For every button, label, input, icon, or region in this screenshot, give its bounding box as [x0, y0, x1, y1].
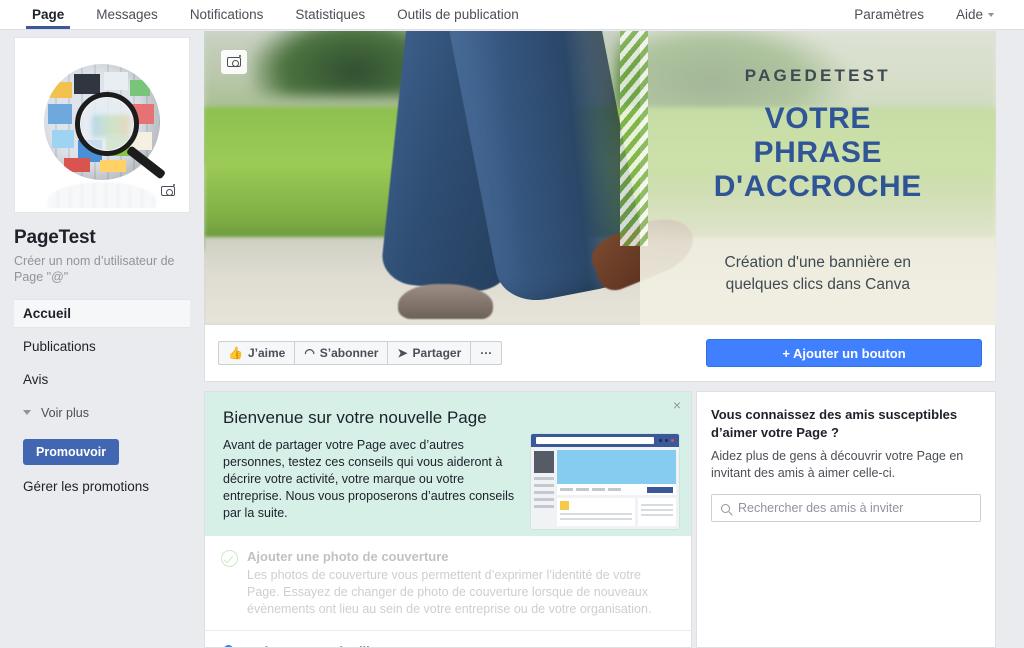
tip-desc-cover-photo: Les photos de couverture vous permettent… [247, 568, 652, 616]
follow-button-label: S’abonner [319, 346, 379, 360]
welcome-title: Bienvenue sur votre nouvelle Page [223, 408, 487, 427]
tab-messages[interactable]: Messages [80, 0, 174, 29]
sidebar-menu: Accueil Publications Avis Voir plus [14, 299, 190, 427]
cover-brand-text: PAGEDETEST [744, 66, 891, 86]
top-nav-left-group: Page Messages Notifications Statistiques… [0, 0, 535, 29]
sidebar-see-more-label: Voir plus [41, 405, 89, 420]
tip-title-cover-photo: Ajouter une photo de couverture [247, 549, 449, 564]
welcome-card: × Bienvenue sur votre nouvelle Page Avan… [204, 391, 692, 648]
close-icon[interactable]: × [673, 398, 681, 412]
invite-friends-search-input[interactable] [738, 501, 971, 515]
tab-page[interactable]: Page [16, 0, 80, 29]
tab-parametres-label: Paramètres [854, 7, 924, 22]
magnifying-glass-icon [75, 92, 139, 156]
welcome-banner: × Bienvenue sur votre nouvelle Page Avan… [205, 392, 691, 536]
camera-icon [227, 55, 241, 67]
sidebar-item-avis-label: Avis [23, 372, 49, 387]
add-button-cta[interactable]: + Ajouter un bouton [706, 339, 982, 367]
sidebar-item-accueil-label: Accueil [23, 306, 72, 321]
tab-parametres[interactable]: Paramètres [838, 0, 940, 29]
cover-photo-camera-button[interactable] [221, 50, 247, 74]
promote-button-label: Promouvoir [36, 445, 107, 459]
invite-friends-title: Vous connaissez des amis susceptibles d’… [711, 407, 958, 440]
page-action-button-group: 👍 J’aime ◠ S’abonner ➤ Partager ··· [218, 341, 503, 365]
page-title: PageTest [14, 227, 96, 248]
tab-notifications-label: Notifications [189, 7, 264, 22]
sidebar-item-publications[interactable]: Publications [14, 332, 190, 361]
cover-subline: Création d'une bannière en quelques clic… [640, 252, 996, 296]
sidebar-item-accueil[interactable]: Accueil [14, 299, 190, 328]
tab-aide[interactable]: Aide [940, 0, 1010, 29]
add-button-cta-label: + Ajouter un bouton [782, 345, 906, 361]
tab-statistiques[interactable]: Statistiques [279, 0, 381, 29]
tip-title-username: Créer un nom d’utilisateur pour votre Pa… [247, 644, 608, 647]
more-options-button[interactable]: ··· [470, 341, 503, 365]
tab-statistiques-label: Statistiques [295, 7, 366, 22]
cover-photo[interactable]: PAGEDETEST VOTRE PHRASE D'ACCROCHE Créat… [204, 31, 996, 325]
share-button[interactable]: ➤ Partager [387, 341, 472, 365]
cover-back-shoe [398, 283, 494, 320]
tab-messages-label: Messages [96, 7, 158, 22]
tab-page-label: Page [32, 7, 65, 22]
tip-item-username[interactable]: Créer un nom d’utilisateur pour votre Pa… [205, 630, 691, 647]
cover-subline-2: quelques clics dans Canva [725, 275, 910, 293]
share-arrow-icon: ➤ [397, 346, 408, 360]
profile-picture-frame[interactable] [14, 37, 190, 213]
more-options-icon: ··· [480, 346, 493, 360]
chevron-down-icon [988, 12, 994, 17]
create-username-link[interactable]: Créer un nom d’utilisateur de Page "@" [14, 253, 190, 285]
follow-button[interactable]: ◠ S’abonner [294, 341, 389, 365]
cover-headline-line-1: VOTRE [764, 101, 871, 135]
globe-reflection [47, 181, 157, 208]
top-nav-right-group: Paramètres Aide [838, 0, 1024, 29]
cover-headline-line-2: PHRASE [753, 135, 883, 169]
tab-aide-label: Aide [955, 7, 983, 22]
share-button-label: Partager [412, 346, 462, 360]
rss-icon: ◠ [304, 346, 315, 360]
tab-outils-de-publication[interactable]: Outils de publication [381, 0, 535, 29]
like-button[interactable]: 👍 J’aime [218, 341, 296, 365]
browser-page-illustration [531, 434, 679, 529]
search-icon [721, 503, 730, 513]
invite-friends-card: Vous connaissez des amis susceptibles d’… [696, 391, 996, 648]
sidebar-item-avis[interactable]: Avis [14, 365, 190, 394]
tip-item-cover-photo[interactable]: Ajouter une photo de couverture Les phot… [205, 536, 691, 630]
welcome-body-text: Avant de partager votre Page avec d’autr… [223, 438, 515, 520]
camera-icon [161, 184, 175, 196]
manage-promotions-link[interactable]: Gérer les promotions [23, 479, 190, 494]
tab-outils-label: Outils de publication [397, 7, 519, 22]
left-sidebar: PageTest Créer un nom d’utilisateur de P… [0, 31, 204, 648]
profile-picture-camera-icon[interactable] [157, 180, 179, 202]
page-action-bar: 👍 J’aime ◠ S’abonner ➤ Partager ··· + Aj… [204, 325, 996, 382]
top-navigation-bar: Page Messages Notifications Statistiques… [0, 0, 1024, 30]
check-circle-icon [221, 549, 247, 618]
thumbs-up-icon: 👍 [228, 346, 243, 360]
cover-subline-1: Création d'une bannière en [724, 253, 912, 271]
sidebar-see-more-toggle[interactable]: Voir plus [14, 398, 190, 427]
tab-notifications[interactable]: Notifications [174, 0, 280, 29]
like-button-label: J’aime [247, 346, 286, 360]
promote-button[interactable]: Promouvoir [23, 439, 120, 465]
cover-headline: VOTRE PHRASE D'ACCROCHE [640, 102, 996, 204]
invite-friends-description: Aidez plus de gens à découvrir votre Pag… [711, 449, 964, 480]
sidebar-item-publications-label: Publications [23, 339, 96, 354]
cover-headline-line-3: D'ACCROCHE [713, 169, 922, 203]
invite-friends-search-box[interactable] [711, 494, 981, 522]
cover-text-block: PAGEDETEST VOTRE PHRASE D'ACCROCHE Créat… [640, 31, 996, 325]
lightbulb-icon [221, 644, 247, 647]
chevron-down-icon [23, 410, 31, 415]
